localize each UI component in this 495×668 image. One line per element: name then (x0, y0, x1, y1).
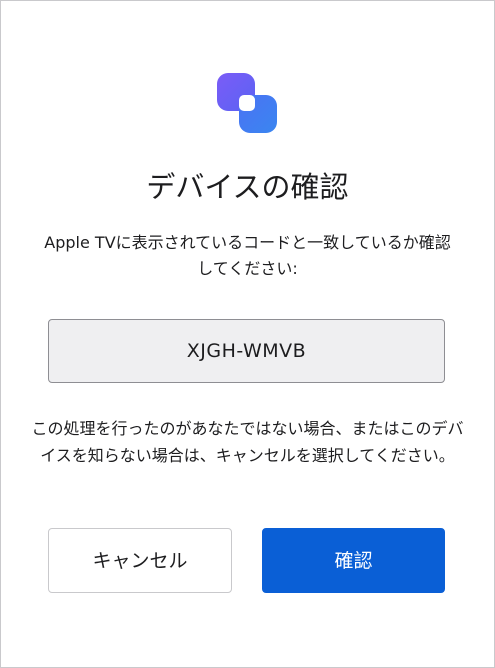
app-logo-icon (215, 71, 279, 135)
instruction-text: Apple TVに表示されているコードと一致しているか確認してください: (44, 233, 451, 278)
cancel-button[interactable]: キャンセル (48, 528, 232, 593)
warning-text: この処理を行ったのがあなたではない場合、またはこのデバイスを知らない場合は、キャ… (31, 419, 464, 465)
verification-code: XJGH-WMVB (48, 319, 445, 383)
dialog-title: デバイスの確認 (146, 170, 349, 204)
confirm-button[interactable]: 確認 (262, 528, 445, 593)
verification-dialog: デバイスの確認 Apple TVに表示されているコードと一致しているか確認してく… (0, 0, 495, 668)
